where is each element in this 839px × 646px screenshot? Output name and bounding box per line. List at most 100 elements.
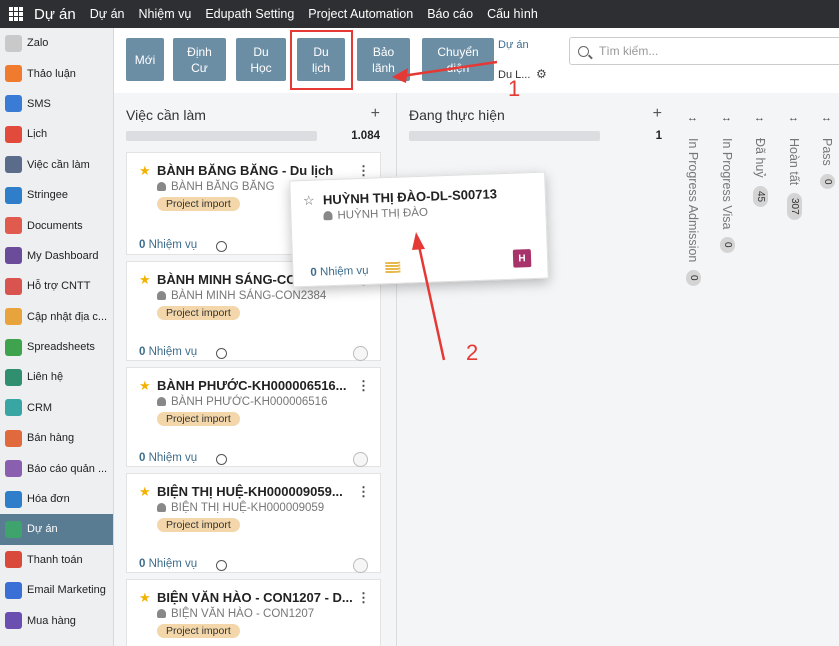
crm-icon	[5, 399, 22, 417]
sidebar-item[interactable]: Cập nhật địa c...	[0, 302, 113, 332]
folded-column-title: Đã huỷ	[753, 138, 767, 178]
menu-edupath-setting[interactable]: Edupath Setting	[205, 7, 294, 21]
spreadsheet-icon	[5, 338, 22, 356]
expand-column-icon[interactable]: ↔	[687, 112, 698, 124]
card-menu-icon[interactable]: ⋮	[357, 484, 370, 500]
menu-cau-hinh[interactable]: Cấu hình	[487, 7, 538, 21]
folded-column[interactable]: ↔ In Progress Visa 0	[711, 93, 744, 646]
stage-button-bao-lanh[interactable]: Bảo lãnh	[357, 38, 410, 81]
menu-bao-cao[interactable]: Báo cáo	[427, 7, 473, 21]
sidebar-item[interactable]: Stringee	[0, 180, 113, 210]
card-menu-icon[interactable]: ⋮	[357, 163, 370, 179]
clock-icon[interactable]	[216, 454, 227, 465]
sidebar-item-label: Thanh toán	[27, 553, 83, 566]
sidebar-item[interactable]: Dự án	[0, 514, 113, 545]
sidebar-item[interactable]: My Dashboard	[0, 241, 113, 271]
project-icon	[5, 520, 22, 538]
column-count: 1	[655, 130, 662, 142]
expand-column-icon[interactable]: ↔	[754, 112, 765, 124]
card-title: BÀNH BĂNG BĂNG - Du lịch	[157, 163, 334, 178]
sidebar-item-label: Thảo luận	[27, 67, 76, 80]
tasks-count: 0	[139, 346, 146, 358]
sidebar-item-label: Liên hệ	[27, 371, 64, 384]
card-tasks-link[interactable]: 0 Nhiệm vụ	[139, 239, 197, 251]
folded-column[interactable]: ↔ Hoàn tất 307	[778, 93, 811, 646]
status-circle-icon[interactable]	[353, 452, 368, 467]
tasks-label: Nhiệm vụ	[148, 239, 198, 251]
activity-stack-icon[interactable]	[385, 261, 401, 274]
sidebar-item-label: SMS	[27, 97, 51, 110]
folded-column[interactable]: ↔ In Progress Admission 0	[677, 93, 710, 646]
star-icon[interactable]: ★	[139, 590, 151, 606]
avatar[interactable]: H	[512, 249, 532, 268]
star-icon[interactable]: ★	[139, 163, 151, 179]
status-circle-icon[interactable]	[353, 346, 368, 361]
kanban-card[interactable]: ★ BÀNH PHƯỚC-KH000006516... ⋮ BÀNH PHƯỚC-KH…	[126, 367, 381, 467]
card-menu-icon[interactable]: ⋮	[357, 590, 370, 606]
card-menu-icon[interactable]: ⋮	[357, 378, 370, 394]
expand-column-icon[interactable]: ↔	[821, 112, 832, 124]
folded-column[interactable]: ↔ Đã huỷ 45	[744, 93, 777, 646]
card-tasks-link[interactable]: 0 Nhiệm vụ	[139, 558, 197, 570]
calendar-icon	[5, 125, 22, 143]
add-card-icon[interactable]: +	[653, 105, 662, 123]
card-tasks-link[interactable]: 0 Nhiệm vụ	[139, 452, 197, 464]
customer-name: BÀNH PHƯỚC-KH000006516	[171, 396, 328, 408]
sidebar-item[interactable]: Liên hệ	[0, 362, 113, 392]
dragged-card[interactable]: ☆ HUỲNH THỊ ĐÀO-DL-S00713 HUỲNH THỊ ĐÀO …	[289, 171, 549, 288]
card-tasks-link[interactable]: 0 Nhiệm vụ	[139, 346, 197, 358]
status-circle-icon[interactable]	[353, 558, 368, 573]
column-title: Việc cần làm	[126, 107, 206, 123]
sales-icon	[5, 429, 22, 447]
star-icon[interactable]: ★	[139, 272, 151, 288]
app-brand[interactable]: Dự án	[34, 6, 76, 23]
add-card-icon[interactable]: +	[371, 105, 380, 123]
star-icon[interactable]: ★	[139, 378, 151, 394]
card-title: BÀNH PHƯỚC-KH000006516...	[157, 378, 347, 393]
expand-column-icon[interactable]: ↔	[721, 112, 732, 124]
stage-button-dinh-cu[interactable]: Định Cư	[173, 38, 226, 81]
folded-column-count: 45	[753, 185, 768, 207]
sidebar-item[interactable]: Hóa đơn	[0, 484, 113, 514]
sidebar-item[interactable]: Mua hàng	[0, 605, 113, 635]
apps-menu-icon[interactable]	[9, 7, 23, 21]
folded-column[interactable]: ↔ Pass 0	[811, 93, 839, 646]
star-outline-icon[interactable]: ☆	[303, 193, 315, 209]
sidebar-item[interactable]: CRM	[0, 393, 113, 423]
stage-button-moi[interactable]: Mới	[126, 38, 164, 81]
sidebar-item[interactable]: Spreadsheets	[0, 332, 113, 362]
sidebar-item[interactable]: Documents	[0, 210, 113, 240]
sidebar-item[interactable]: Hỗ trợ CNTT	[0, 271, 113, 301]
sidebar-item[interactable]: Báo cáo quản ...	[0, 453, 113, 483]
clock-icon[interactable]	[216, 241, 227, 252]
sidebar-item[interactable]: Lịch	[0, 119, 113, 149]
card-tasks-link[interactable]: 0 Nhiệm vụ	[310, 265, 369, 279]
sidebar-item[interactable]: Zalo	[0, 28, 113, 58]
sidebar-item[interactable]: Bán hàng	[0, 423, 113, 453]
gear-icon[interactable]: ⚙	[536, 67, 547, 81]
customer-name: BIỆN THỊ HUỆ-KH000009059	[171, 502, 325, 514]
breadcrumb-root[interactable]: Dự án	[498, 39, 529, 51]
menu-project-automation[interactable]: Project Automation	[308, 7, 413, 21]
star-icon[interactable]: ★	[139, 484, 151, 500]
menu-nhiem-vu[interactable]: Nhiệm vụ	[139, 7, 192, 21]
sidebar-item[interactable]: SMS	[0, 89, 113, 119]
search-box[interactable]: Tìm kiếm...	[569, 37, 839, 65]
sidebar-item[interactable]: Email Marketing	[0, 575, 113, 605]
sidebar-item[interactable]: Thảo luận	[0, 58, 113, 88]
stage-button-chuyen-dien[interactable]: Chuyển diện	[422, 38, 494, 81]
menu-du-an[interactable]: Dự án	[90, 7, 125, 21]
kanban-card[interactable]: ★ BIỆN THỊ HUỆ-KH000009059... ⋮ BIỆN THỊ HU…	[126, 473, 381, 573]
sidebar-item[interactable]: Việc cần làm	[0, 150, 113, 180]
sidebar-item[interactable]: Thanh toán	[0, 545, 113, 575]
stage-button-du-hoc[interactable]: Du Học	[236, 38, 286, 81]
kanban-card[interactable]: ★ BIỆN VĂN HÀO - CON1207 - D... ⋮ BIỆN VĂN …	[126, 579, 381, 646]
documents-icon	[5, 217, 22, 235]
clock-icon[interactable]	[216, 560, 227, 571]
zalo-icon	[5, 34, 22, 52]
clock-icon[interactable]	[216, 348, 227, 359]
sidebar-item-label: Spreadsheets	[27, 341, 95, 354]
highlight-box	[290, 30, 353, 90]
expand-column-icon[interactable]: ↔	[788, 112, 799, 124]
sidebar-item-label: Lịch	[27, 128, 48, 141]
